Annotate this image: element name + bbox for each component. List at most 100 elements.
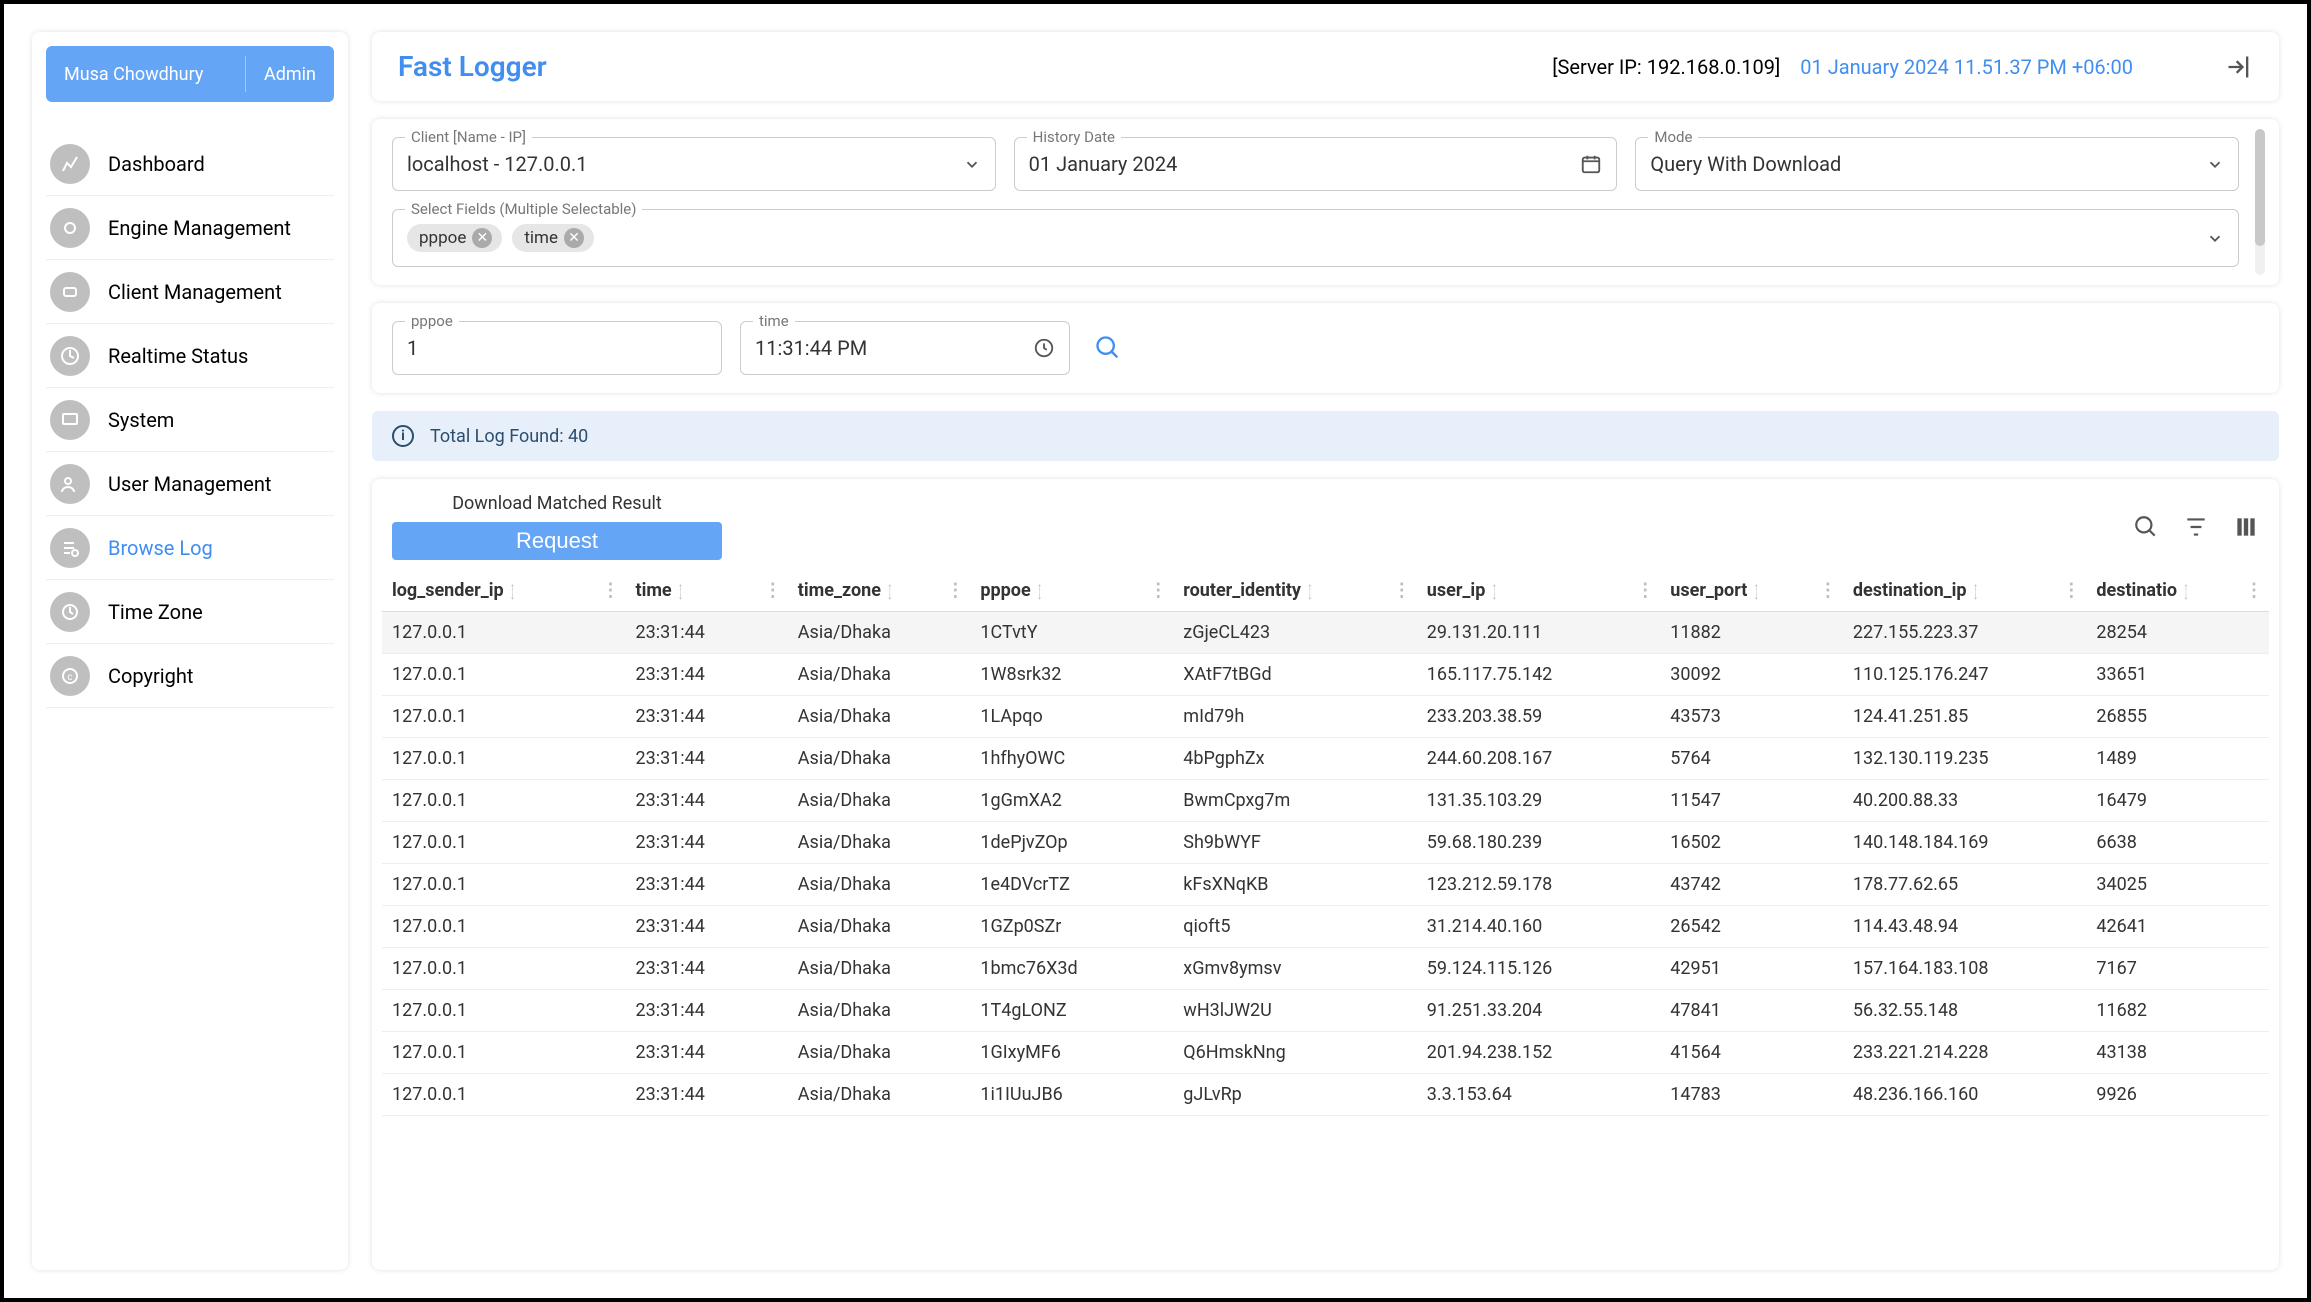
chip-remove-icon[interactable]: ✕ (564, 228, 584, 248)
nav-engine[interactable]: Engine Management (46, 196, 334, 260)
table-cell: 43573 (1660, 696, 1843, 738)
pppoe-input[interactable]: pppoe 1 (392, 321, 722, 375)
table-cell: Asia/Dhaka (788, 864, 971, 906)
table-cell: Asia/Dhaka (788, 738, 971, 780)
history-date-input[interactable]: History Date 01 January 2024 (1014, 137, 1618, 191)
client-select[interactable]: Client [Name - IP] localhost - 127.0.0.1 (392, 137, 996, 191)
table-cell: 47841 (1660, 990, 1843, 1032)
time-input[interactable]: time 11:31:44 PM (740, 321, 1070, 375)
table-row[interactable]: 127.0.0.123:31:44Asia/Dhaka1gGmXA2BwmCpx… (382, 780, 2269, 822)
table-row[interactable]: 127.0.0.123:31:44Asia/Dhaka1T4gLONZwH3lJ… (382, 990, 2269, 1032)
table-cell: 31.214.40.160 (1417, 906, 1660, 948)
columns-icon[interactable] (2233, 514, 2259, 540)
table-row[interactable]: 127.0.0.123:31:44Asia/Dhaka1LApqomId79h2… (382, 696, 2269, 738)
table-cell: 110.125.176.247 (1843, 654, 2086, 696)
table-cell: 1489 (2086, 738, 2269, 780)
table-cell: 233.221.214.228 (1843, 1032, 2086, 1074)
user-role: Admin (246, 64, 334, 85)
table-row[interactable]: 127.0.0.123:31:44Asia/Dhaka1hfhyOWC4bPgp… (382, 738, 2269, 780)
column-header[interactable]: user_port↑↓⋮ (1660, 570, 1843, 612)
nav-copyright[interactable]: c Copyright (46, 644, 334, 708)
table-cell: 23:31:44 (625, 990, 787, 1032)
filter-icon[interactable] (2183, 514, 2209, 540)
scrollbar[interactable] (2253, 119, 2267, 285)
table-cell: 26855 (2086, 696, 2269, 738)
table-cell: 1GZp0SZr (970, 906, 1173, 948)
svg-text:c: c (67, 672, 72, 683)
column-header[interactable]: router_identity↑↓⋮ (1173, 570, 1416, 612)
column-header[interactable]: user_ip↑↓⋮ (1417, 570, 1660, 612)
table-row[interactable]: 127.0.0.123:31:44Asia/Dhaka1i1IUuJB6gJLv… (382, 1074, 2269, 1116)
table-cell: 127.0.0.1 (382, 990, 625, 1032)
table-cell: 42951 (1660, 948, 1843, 990)
table-cell: 127.0.0.1 (382, 948, 625, 990)
table-cell: 23:31:44 (625, 738, 787, 780)
table-cell: 23:31:44 (625, 1074, 787, 1116)
search-button[interactable] (1088, 321, 1128, 375)
table-row[interactable]: 127.0.0.123:31:44Asia/Dhaka1GIxyMF6Q6Hms… (382, 1032, 2269, 1074)
field-label: pppoe (405, 312, 459, 330)
nav-timezone[interactable]: Time Zone (46, 580, 334, 644)
table-cell: 127.0.0.1 (382, 654, 625, 696)
realtime-icon (50, 336, 90, 376)
table-cell: kFsXNqKB (1173, 864, 1416, 906)
field-label: time (753, 312, 795, 330)
table-cell: 178.77.62.65 (1843, 864, 2086, 906)
chip-remove-icon[interactable]: ✕ (472, 228, 492, 248)
table-row[interactable]: 127.0.0.123:31:44Asia/Dhaka1W8srk32XAtF7… (382, 654, 2269, 696)
table-cell: 48.236.166.160 (1843, 1074, 2086, 1116)
table-cell: Asia/Dhaka (788, 948, 971, 990)
theme-toggle-icon[interactable] (2179, 53, 2207, 81)
query-panel: Client [Name - IP] localhost - 127.0.0.1… (372, 119, 2279, 285)
table-row[interactable]: 127.0.0.123:31:44Asia/Dhaka1GZp0SZrqioft… (382, 906, 2269, 948)
table-cell: 1hfhyOWC (970, 738, 1173, 780)
table-cell: 127.0.0.1 (382, 864, 625, 906)
mode-select[interactable]: Mode Query With Download (1635, 137, 2239, 191)
table-cell: 41564 (1660, 1032, 1843, 1074)
nav-system[interactable]: System (46, 388, 334, 452)
nav: Dashboard Engine Management Client Manag… (46, 132, 334, 708)
table-row[interactable]: 127.0.0.123:31:44Asia/Dhaka1e4DVcrTZkFsX… (382, 864, 2269, 906)
table-cell: BwmCpxg7m (1173, 780, 1416, 822)
nav-label: Client Management (108, 280, 282, 304)
table-cell: mId79h (1173, 696, 1416, 738)
clock-icon[interactable] (1033, 337, 1055, 359)
table-cell: Asia/Dhaka (788, 1074, 971, 1116)
column-header[interactable]: log_sender_ip↑↓⋮ (382, 570, 625, 612)
nav-users[interactable]: User Management (46, 452, 334, 516)
table-cell: 23:31:44 (625, 1032, 787, 1074)
table-cell: 33651 (2086, 654, 2269, 696)
request-button[interactable]: Request (392, 522, 722, 560)
table-cell: 9926 (2086, 1074, 2269, 1116)
table-cell: 16502 (1660, 822, 1843, 864)
nav-realtime[interactable]: Realtime Status (46, 324, 334, 388)
table-cell: 23:31:44 (625, 612, 787, 654)
table-cell: 127.0.0.1 (382, 1032, 625, 1074)
table-row[interactable]: 127.0.0.123:31:44Asia/Dhaka1CTvtYzGjeCL4… (382, 612, 2269, 654)
table-cell: 1bmc76X3d (970, 948, 1173, 990)
calendar-icon[interactable] (1580, 153, 1602, 175)
table-cell: Asia/Dhaka (788, 822, 971, 864)
table-row[interactable]: 127.0.0.123:31:44Asia/Dhaka1dePjvZOpSh9b… (382, 822, 2269, 864)
logout-icon[interactable] (2225, 53, 2253, 81)
table-row[interactable]: 127.0.0.123:31:44Asia/Dhaka1bmc76X3dxGmv… (382, 948, 2269, 990)
browselog-icon (50, 528, 90, 568)
column-header[interactable]: time↑↓⋮ (625, 570, 787, 612)
column-header[interactable]: time_zone↑↓⋮ (788, 570, 971, 612)
column-header[interactable]: pppoe↑↓⋮ (970, 570, 1173, 612)
info-text: Total Log Found: 40 (430, 426, 588, 447)
table-cell: 23:31:44 (625, 780, 787, 822)
engine-icon (50, 208, 90, 248)
select-fields-input[interactable]: Select Fields (Multiple Selectable) pppo… (392, 209, 2239, 267)
nav-dashboard[interactable]: Dashboard (46, 132, 334, 196)
nav-browselog[interactable]: Browse Log (46, 516, 334, 580)
nav-client[interactable]: Client Management (46, 260, 334, 324)
table-cell: 29.131.20.111 (1417, 612, 1660, 654)
table-cell: 11682 (2086, 990, 2269, 1032)
table-cell: gJLvRp (1173, 1074, 1416, 1116)
table-search-icon[interactable] (2133, 514, 2159, 540)
users-icon (50, 464, 90, 504)
column-header[interactable]: destinatio↑↓⋮ (2086, 570, 2269, 612)
column-header[interactable]: destination_ip↑↓⋮ (1843, 570, 2086, 612)
table-cell: 1T4gLONZ (970, 990, 1173, 1032)
